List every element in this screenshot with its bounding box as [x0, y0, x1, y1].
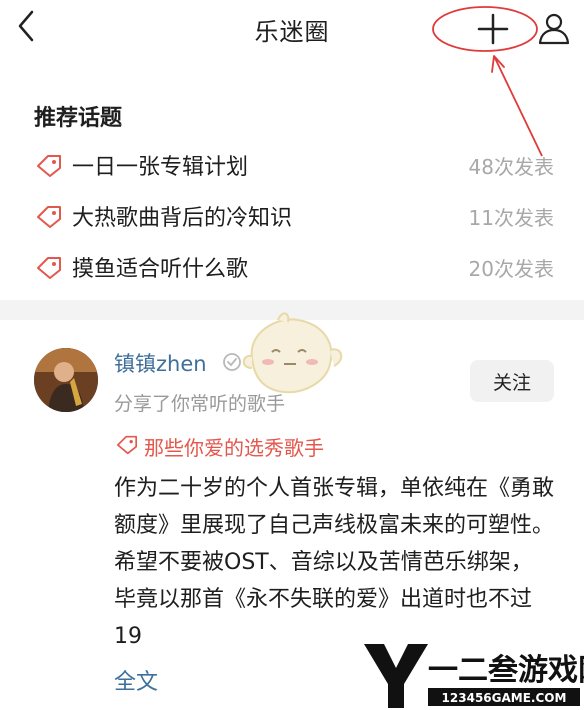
annotation-arrow	[491, 55, 543, 157]
topic-count: 48次发表	[468, 155, 554, 179]
topic-label: 一日一张专辑计划	[72, 155, 249, 180]
tag-icon	[37, 257, 61, 279]
svg-text:123456GAME.COM: 123456GAME.COM	[442, 691, 567, 705]
follow-button[interactable]: 关注	[470, 360, 554, 402]
app-header: 乐迷圈	[0, 0, 584, 62]
avatar[interactable]	[34, 348, 98, 412]
site-watermark-logo: 一二叁游戏网 123456GAME.COM	[364, 644, 584, 708]
recommended-topics-heading: 推荐话题	[34, 106, 123, 131]
mascot-watermark	[242, 312, 343, 394]
svg-text:一二叁游戏网: 一二叁游戏网	[428, 653, 584, 688]
topic-label: 大热歌曲背后的冷知识	[72, 206, 293, 231]
avatar-photo	[34, 348, 98, 412]
topic-item[interactable]: 大热歌曲背后的冷知识 11次发表	[36, 196, 556, 236]
topic-item[interactable]: 摸鱼适合听什么歌 20次发表	[36, 247, 556, 287]
tag-icon	[37, 155, 61, 177]
plus-icon[interactable]	[474, 10, 512, 48]
topic-item[interactable]: 一日一张专辑计划 48次发表	[36, 145, 556, 185]
topic-label: 摸鱼适合听什么歌	[72, 257, 249, 282]
user-icon[interactable]	[536, 10, 572, 46]
topic-count: 20次发表	[468, 257, 554, 281]
topic-count: 11次发表	[468, 206, 554, 230]
post-body: 作为二十岁的个人首张专辑，单依纯在《勇敢额度》里展现了自己声线极富未来的可塑性。…	[114, 476, 554, 649]
tag-icon	[37, 206, 61, 228]
post-tag-label: 那些你爱的选秀歌手	[144, 436, 324, 460]
username[interactable]: 镇镇zhen	[114, 348, 207, 378]
read-more-link[interactable]: 全文	[114, 664, 158, 696]
tag-icon	[117, 435, 138, 455]
